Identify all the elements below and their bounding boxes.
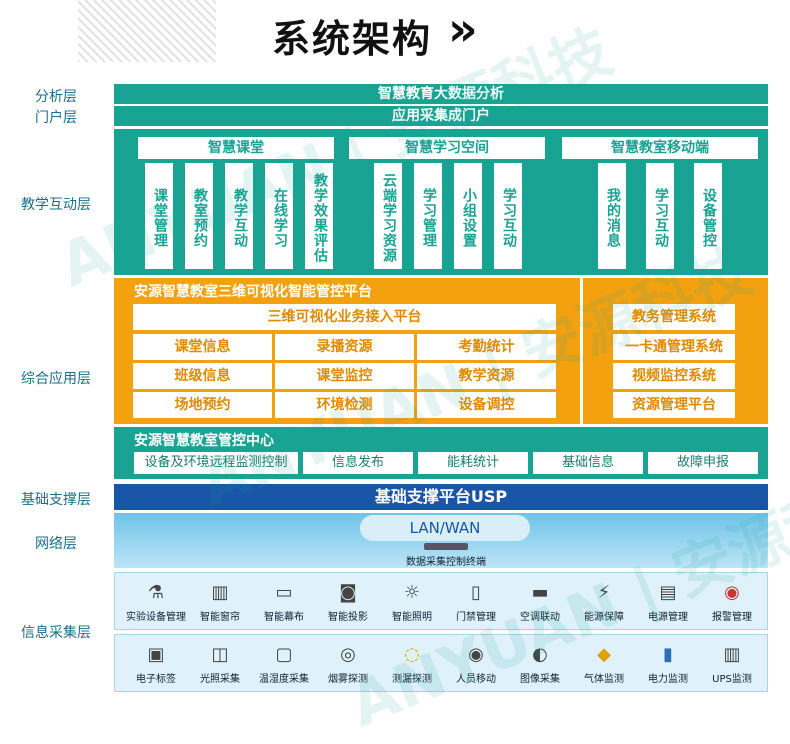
device-item: ▮ 电力监测 (648, 643, 688, 686)
meter-icon: ▮ (663, 643, 673, 665)
layer-label-analysis: 分析层 (35, 89, 77, 105)
group-title-mobile: 智慧教室移动端 (562, 137, 758, 159)
projector-icon: ◙ (339, 581, 357, 603)
lab-icon: ⚗ (147, 581, 165, 603)
terminal-device-icon (424, 543, 468, 550)
device-item: ▣ 电子标签 (136, 643, 176, 686)
device-item: ◙ 智能投影 (328, 581, 368, 624)
tag-icon: ▣ (147, 643, 165, 665)
device-item: ▭ 智能幕布 (264, 581, 304, 624)
light-sensor-icon: ◫ (211, 643, 229, 665)
layer-label-network: 网络层 (35, 536, 77, 552)
ups-icon: ▥ (723, 643, 741, 665)
teaching-item: 学习互动 (494, 163, 522, 269)
control-item: 基础信息 (533, 452, 643, 474)
terminal-label: 数据采集控制终端 (406, 557, 486, 568)
lan-wan-cloud: LAN/WAN (360, 515, 530, 541)
device-item: ▥ 智能窗帘 (200, 581, 240, 624)
double-chevron-icon: » (448, 2, 478, 56)
page-title: 系统架构 (272, 17, 433, 61)
app-cell: 录播资源 (275, 334, 414, 360)
layer-label-base: 基础支撑层 (21, 492, 91, 508)
teaching-item: 我的消息 (598, 163, 626, 269)
app-cell: 班级信息 (133, 363, 272, 389)
platform3d-title: 安源智慧教室三维可视化智能管控平台 (134, 284, 372, 300)
header-hatch-pattern (78, 0, 216, 62)
screen-icon: ▭ (275, 581, 293, 603)
thermo-icon: ▢ (275, 643, 293, 665)
app-cell: 课堂信息 (133, 334, 272, 360)
system-box: 资源管理平台 (613, 392, 735, 418)
teaching-item: 学习管理 (414, 163, 442, 269)
device-item: ⚗ 实验设备管理 (126, 581, 186, 624)
control-item: 能耗统计 (418, 452, 528, 474)
app-cell: 场地预约 (133, 392, 272, 418)
curtain-icon: ▥ (211, 581, 229, 603)
device-item: ▥ UPS监测 (712, 643, 752, 686)
teaching-item: 小组设置 (454, 163, 482, 269)
layer-label-info: 信息采集层 (21, 625, 91, 641)
system-box: 视频监控系统 (613, 363, 735, 389)
device-item: ☼ 智能照明 (392, 581, 432, 624)
light-icon: ☼ (403, 581, 421, 603)
layer-label-app: 综合应用层 (21, 371, 91, 387)
device-item: ◫ 光照采集 (200, 643, 240, 686)
layer-label-portal: 门户层 (35, 110, 77, 126)
control-item: 故障申报 (648, 452, 758, 474)
device-item: ▢ 温湿度采集 (259, 643, 309, 686)
door-icon: ▯ (471, 581, 481, 603)
